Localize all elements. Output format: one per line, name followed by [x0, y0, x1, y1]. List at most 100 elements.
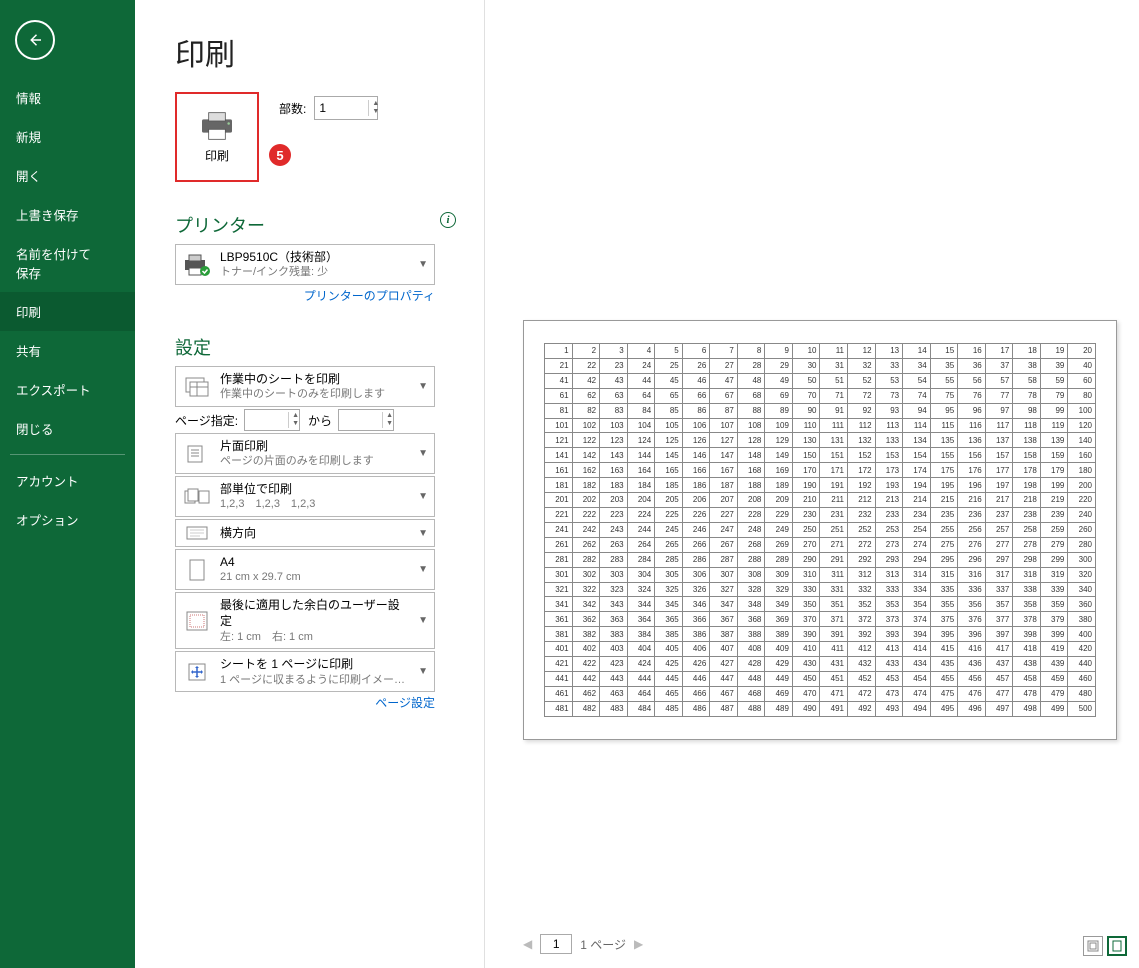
cell: 271 — [820, 537, 848, 552]
cell: 54 — [903, 373, 931, 388]
cell: 378 — [1013, 612, 1041, 627]
cell: 49 — [765, 373, 793, 388]
cell: 157 — [985, 448, 1013, 463]
cell: 127 — [710, 433, 738, 448]
nav-item-7[interactable]: エクスポート — [0, 370, 135, 409]
print-button-label: 印刷 — [205, 147, 229, 164]
cell: 11 — [820, 344, 848, 359]
cell: 459 — [1040, 671, 1068, 686]
print-button[interactable]: 印刷 — [175, 92, 259, 182]
landscape-icon — [182, 524, 212, 542]
printer-select[interactable]: LBP9510C（技術部） トナー/インク残量: 少 ▼ — [175, 244, 435, 285]
zoom-to-page-button[interactable] — [1107, 936, 1127, 956]
cell: 144 — [627, 448, 655, 463]
cell: 455 — [930, 671, 958, 686]
cell: 482 — [572, 701, 600, 716]
cell: 63 — [600, 388, 628, 403]
cell: 288 — [737, 552, 765, 567]
cell: 346 — [682, 597, 710, 612]
cell: 495 — [930, 701, 958, 716]
current-page-input[interactable] — [540, 934, 572, 954]
cell: 88 — [737, 403, 765, 418]
cell: 469 — [765, 686, 793, 701]
cell: 374 — [903, 612, 931, 627]
cell: 283 — [600, 552, 628, 567]
nav-item-0[interactable]: 情報 — [0, 78, 135, 117]
cell: 9 — [765, 344, 793, 359]
cell: 286 — [682, 552, 710, 567]
cell: 370 — [792, 612, 820, 627]
nav-item-2[interactable]: 開く — [0, 156, 135, 195]
cell: 242 — [572, 522, 600, 537]
settings-section-header: 設定 — [175, 334, 456, 360]
nav-item-3[interactable]: 上書き保存 — [0, 195, 135, 234]
cell: 362 — [572, 612, 600, 627]
duplex-select[interactable]: 片面印刷ページの片面のみを印刷します ▼ — [175, 433, 435, 474]
cell: 162 — [572, 463, 600, 478]
cell: 137 — [985, 433, 1013, 448]
cell: 479 — [1040, 686, 1068, 701]
cell: 213 — [875, 493, 903, 508]
cell: 78 — [1013, 388, 1041, 403]
cell: 36 — [958, 358, 986, 373]
preview-zoom-controls — [1083, 936, 1127, 956]
cell: 150 — [792, 448, 820, 463]
cell: 255 — [930, 522, 958, 537]
cell: 312 — [848, 567, 876, 582]
cell: 134 — [903, 433, 931, 448]
page-from-spinner[interactable]: ▲▼ — [288, 412, 302, 428]
cell: 424 — [627, 657, 655, 672]
nav-item-10[interactable]: オプション — [0, 500, 135, 539]
cell: 449 — [765, 671, 793, 686]
cell: 208 — [737, 493, 765, 508]
nav-item-1[interactable]: 新規 — [0, 117, 135, 156]
cell: 170 — [792, 463, 820, 478]
nav-item-6[interactable]: 共有 — [0, 331, 135, 370]
cell: 352 — [848, 597, 876, 612]
cell: 221 — [545, 507, 573, 522]
cell: 130 — [792, 433, 820, 448]
info-icon[interactable]: i — [440, 212, 456, 228]
cell: 159 — [1040, 448, 1068, 463]
printer-section-header: プリンター i — [175, 212, 456, 238]
show-margins-button[interactable] — [1083, 936, 1103, 956]
cell: 91 — [820, 403, 848, 418]
printer-properties-link[interactable]: プリンターのプロパティ — [175, 287, 435, 304]
nav-item-9[interactable]: アカウント — [0, 461, 135, 500]
cell: 327 — [710, 582, 738, 597]
cell: 154 — [903, 448, 931, 463]
cell: 256 — [958, 522, 986, 537]
cell: 356 — [958, 597, 986, 612]
page-setup-link[interactable]: ページ設定 — [175, 694, 435, 711]
cell: 90 — [792, 403, 820, 418]
cell: 427 — [710, 657, 738, 672]
print-scope-select[interactable]: 作業中のシートを印刷作業中のシートのみを印刷します ▼ — [175, 366, 435, 407]
cell: 433 — [875, 657, 903, 672]
page-to-spinner[interactable]: ▲▼ — [382, 412, 396, 428]
cell: 96 — [958, 403, 986, 418]
paper-size-select[interactable]: A421 cm x 29.7 cm ▼ — [175, 549, 435, 590]
cell: 199 — [1040, 478, 1068, 493]
cell: 14 — [903, 344, 931, 359]
prev-page-icon[interactable]: ◀ — [523, 937, 532, 951]
copies-spinner[interactable]: ▲▼ — [368, 100, 382, 116]
next-page-icon[interactable]: ▶ — [634, 937, 643, 951]
cell: 129 — [765, 433, 793, 448]
cell: 164 — [627, 463, 655, 478]
page-from-label: ページ指定: — [175, 412, 238, 429]
orientation-select[interactable]: 横方向 ▼ — [175, 519, 435, 547]
nav-item-5[interactable]: 印刷 — [0, 292, 135, 331]
cell: 55 — [930, 373, 958, 388]
cell: 443 — [600, 671, 628, 686]
cell: 196 — [958, 478, 986, 493]
cell: 486 — [682, 701, 710, 716]
cell: 183 — [600, 478, 628, 493]
collate-select[interactable]: 部単位で印刷1,2,3 1,2,3 1,2,3 ▼ — [175, 476, 435, 517]
nav-item-8[interactable]: 閉じる — [0, 409, 135, 448]
scaling-select[interactable]: シートを 1 ページに印刷1 ページに収まるように印刷イメー… ▼ — [175, 651, 435, 692]
cell: 500 — [1068, 701, 1096, 716]
cell: 481 — [545, 701, 573, 716]
nav-item-4[interactable]: 名前を付けて 保存 — [0, 234, 135, 292]
back-button[interactable] — [15, 20, 55, 60]
margins-select[interactable]: 最後に適用した余白のユーザー設定左: 1 cm 右: 1 cm ▼ — [175, 592, 435, 649]
